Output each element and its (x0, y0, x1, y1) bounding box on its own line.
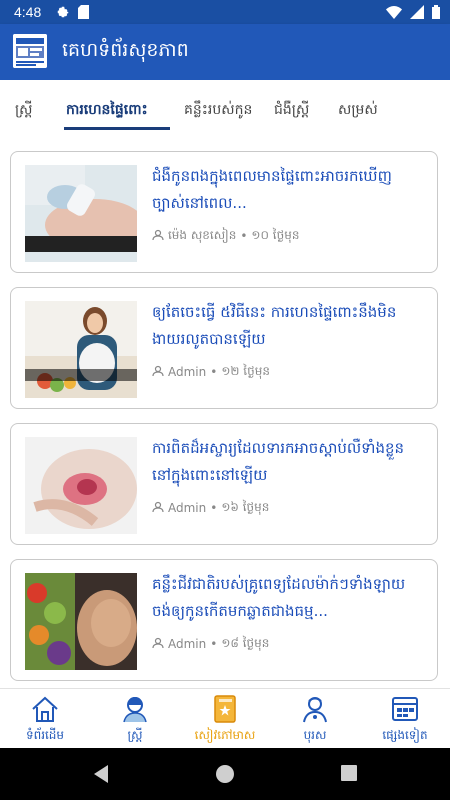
person-icon (152, 501, 164, 516)
article-time: ១២ ថ្ងៃមុន (221, 364, 270, 378)
sd-card-icon (78, 5, 89, 23)
article-time: ១៨ ថ្ងៃមុន (221, 636, 270, 650)
active-tab-indicator (64, 127, 170, 130)
status-bar: 4:48 (0, 0, 450, 24)
tab-women-disease[interactable]: ជំងឺស្ត្រី (274, 100, 309, 121)
person-icon (152, 637, 164, 652)
grid-icon (390, 695, 420, 723)
nav-man[interactable]: បុរស (270, 689, 360, 749)
nav-woman-label: ស្ត្រី (127, 728, 143, 742)
article-thumbnail (25, 573, 137, 670)
woman-icon (120, 695, 150, 723)
book-icon (210, 695, 240, 723)
article-thumbnail (25, 301, 137, 398)
category-tabs: ស្ត្រី ការហេនផ្ទៃពោះ គន្លឹះរបស់កូន ជំងឺស… (0, 80, 450, 138)
status-time: 4:48 (14, 4, 42, 20)
article-card[interactable]: ការពិតដ៏អស្ចារ្យដែលទារកអាចស្តាប់លឺទាំងខ្… (10, 423, 438, 545)
article-meta: Admin • ១២ ថ្ងៃមុន (152, 363, 270, 381)
back-icon[interactable] (92, 764, 110, 788)
person-icon (152, 365, 164, 380)
tab-woman[interactable]: ស្ត្រី (15, 100, 33, 121)
nav-home-label: ទំព័រដើម (25, 728, 65, 742)
article-title[interactable]: ការពិតដ៏អស្ចារ្យដែលទារកអាចស្តាប់លឺទាំងខ្… (152, 435, 422, 489)
person-icon (152, 229, 164, 244)
tab-pregnancy[interactable]: ការហេនផ្ទៃពោះ (66, 100, 148, 121)
app-logo-icon (13, 34, 47, 68)
article-title[interactable]: ជំងឺកូនពងក្នុងពេលមានផ្ទៃពោះអាចរកឃើញច្បាស… (152, 163, 422, 217)
signal-icon (410, 5, 424, 23)
article-thumbnail (25, 165, 137, 262)
article-feed[interactable]: ជំងឺកូនពងក្នុងពេលមានផ្ទៃពោះអាចរកឃើញច្បាស… (0, 138, 450, 688)
nav-woman[interactable]: ស្ត្រី (90, 689, 180, 749)
article-card[interactable]: ឲ្យតែចេះធ្វើ ៥វិធីនេះ ការហេនផ្ទៃពោះនឹងមិ… (10, 287, 438, 409)
nav-golden-book[interactable]: សៀវភៅមាស (180, 689, 270, 749)
recents-icon[interactable] (340, 764, 358, 786)
article-thumbnail (25, 437, 137, 534)
tab-beauty[interactable]: សម្រស់ (338, 100, 378, 121)
nav-home[interactable]: ទំព័រដើម (0, 689, 90, 749)
wifi-icon (386, 5, 402, 23)
settings-icon (56, 5, 70, 23)
article-author: Admin (168, 365, 207, 379)
nav-man-label: បុរស (303, 728, 327, 742)
app-title: គេហទំព័រសុខភាព (62, 39, 189, 61)
nav-more[interactable]: ផ្សេងទៀត (360, 689, 450, 749)
nav-golden-book-label: សៀវភៅមាស (194, 728, 256, 742)
article-card[interactable]: ជំងឺកូនពងក្នុងពេលមានផ្ទៃពោះអាចរកឃើញច្បាស… (10, 151, 438, 273)
meta-separator: • (210, 365, 218, 379)
article-meta: Admin • ១៦ ថ្ងៃមុន (152, 499, 269, 517)
home-icon (30, 695, 60, 723)
meta-separator: • (210, 501, 218, 515)
meta-separator: • (210, 637, 218, 651)
article-author: Admin (168, 501, 207, 515)
battery-icon (432, 5, 440, 23)
system-navigation-bar (0, 748, 450, 800)
article-time: ១០ ថ្ងៃមុន (251, 228, 300, 242)
nav-more-label: ផ្សេងទៀត (382, 728, 428, 742)
doctor-icon (300, 695, 330, 723)
meta-separator: • (240, 229, 248, 243)
article-meta: Admin • ១៨ ថ្ងៃមុន (152, 635, 269, 653)
article-title[interactable]: ឲ្យតែចេះធ្វើ ៥វិធីនេះ ការហេនផ្ទៃពោះនឹងមិ… (152, 299, 422, 353)
bottom-navigation: ទំព័រដើម ស្ត្រី សៀវភៅមាស បុរស ផ្សេងទៀត (0, 688, 450, 749)
article-card[interactable]: គន្លឹះជីវជាតិរបស់គ្រូពេទ្យដែលម៉ាក់ៗទាំងឡ… (10, 559, 438, 681)
article-author: Admin (168, 637, 207, 651)
article-meta: ម៉េង សុខសៀន • ១០ ថ្ងៃមុន (152, 227, 299, 245)
article-time: ១៦ ថ្ងៃមុន (221, 500, 270, 514)
app-bar: គេហទំព័រសុខភាព (0, 24, 450, 80)
article-title[interactable]: គន្លឹះជីវជាតិរបស់គ្រូពេទ្យដែលម៉ាក់ៗទាំងឡ… (152, 571, 422, 625)
home-circle-icon[interactable] (215, 764, 235, 788)
article-author: ម៉េង សុខសៀន (168, 228, 237, 242)
tab-child-tips[interactable]: គន្លឹះរបស់កូន (184, 100, 252, 121)
